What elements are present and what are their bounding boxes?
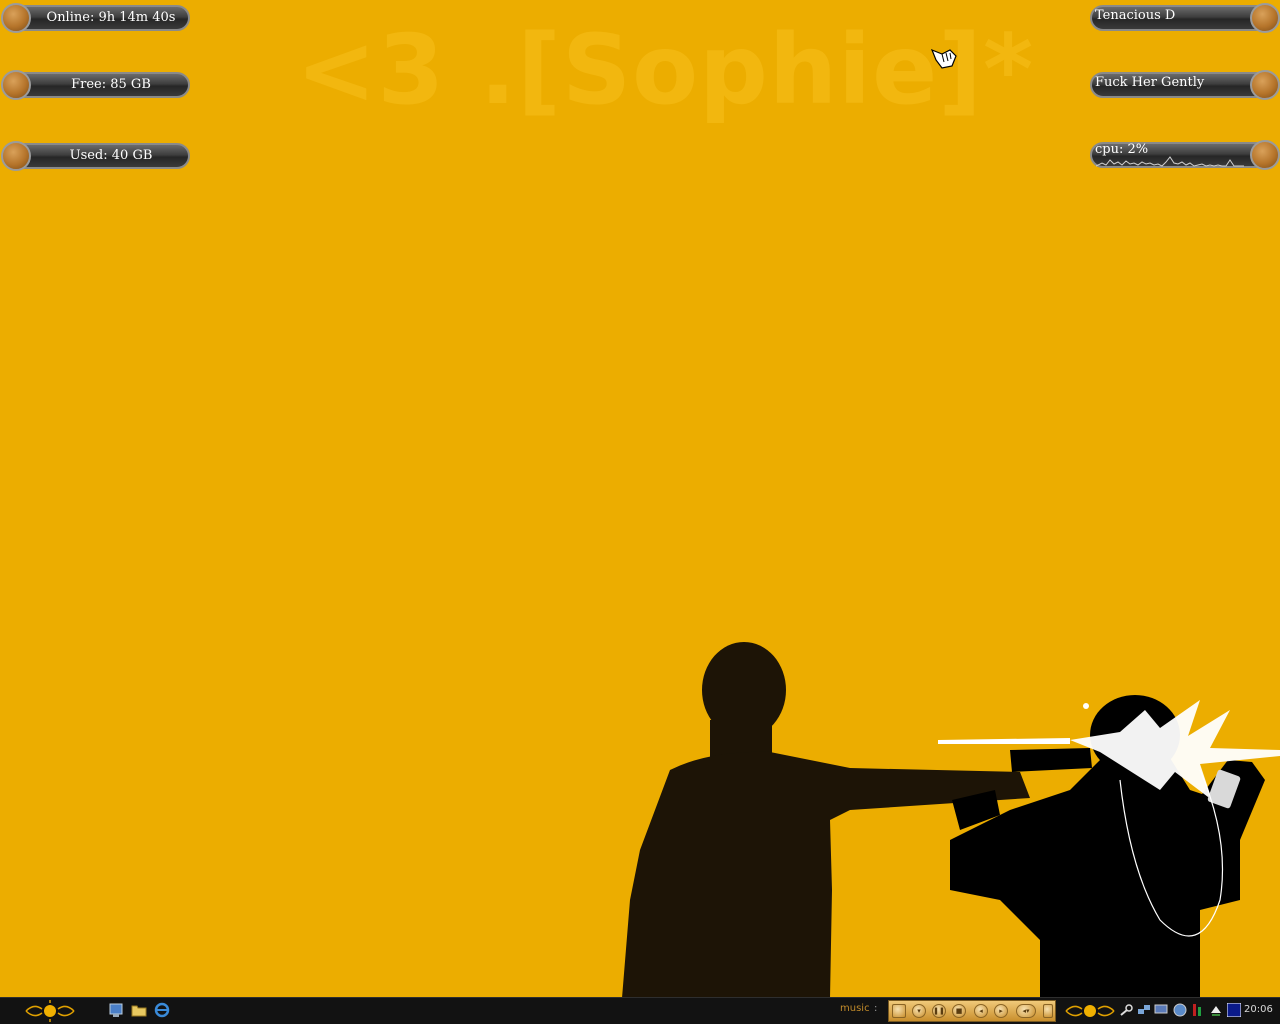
cpu-graph — [1096, 156, 1244, 167]
widget-knob[interactable] — [1250, 3, 1280, 33]
now-playing-artist: Tenacious D — [1095, 8, 1176, 23]
used-space-widget[interactable]: Used: 40 GB — [0, 140, 190, 172]
internet-explorer-icon[interactable] — [154, 1002, 170, 1018]
volume-icon[interactable]: ◂▾ — [1016, 1004, 1036, 1018]
show-desktop-icon[interactable] — [108, 1002, 124, 1018]
widget-knob[interactable] — [1, 3, 31, 33]
widget-knob[interactable] — [1, 141, 31, 171]
music-toolbar-label[interactable]: music — [840, 1003, 870, 1014]
now-playing-artist-widget[interactable]: Tenacious D — [1090, 2, 1280, 34]
display-icon[interactable] — [1154, 1003, 1168, 1017]
globe-icon[interactable] — [1173, 1003, 1187, 1017]
chevron-right-icon[interactable]: : — [874, 1003, 877, 1014]
blue-square-icon[interactable] — [1227, 1003, 1241, 1017]
cpu-widget[interactable]: cpu: 2% — [1090, 139, 1280, 171]
network-icon[interactable] — [1137, 1003, 1151, 1017]
media-player-toolbar: ▾ ❚❚ ■ ◂ ▸ ◂▾ — [888, 1000, 1056, 1022]
taskbar: music : ▾ ❚❚ ■ ◂ ▸ ◂▾ 20:06 — [0, 997, 1280, 1024]
widget-knob[interactable] — [1250, 70, 1280, 100]
next-icon[interactable]: ▸ — [994, 1004, 1008, 1018]
safely-remove-icon[interactable] — [1209, 1003, 1223, 1017]
stop-icon[interactable]: ■ — [952, 1004, 966, 1018]
widget-knob[interactable] — [1250, 140, 1280, 170]
wallpaper-title: <3 .[Sophie]* — [296, 14, 1035, 126]
now-playing-track: Fuck Her Gently — [1095, 75, 1205, 90]
cursor-hand-icon — [930, 48, 957, 69]
free-space-widget[interactable]: Free: 85 GB — [0, 69, 190, 101]
widget-knob[interactable] — [1, 70, 31, 100]
steam-icon[interactable] — [1120, 1003, 1134, 1017]
free-space-label: Free: 85 GB — [71, 77, 151, 92]
pause-icon[interactable]: ❚❚ — [932, 1004, 946, 1018]
used-space-label: Used: 40 GB — [69, 148, 153, 163]
wallpaper-silhouettes — [622, 642, 1280, 998]
start-sun-icon[interactable] — [22, 999, 78, 1023]
online-time-widget[interactable]: Online: 9h 14m 40s — [0, 2, 190, 34]
wmp-logo-icon[interactable] — [892, 1004, 906, 1018]
meter-icon[interactable] — [1191, 1003, 1205, 1017]
tray-sun-icon[interactable] — [1062, 999, 1118, 1023]
clock[interactable]: 20:06 — [1244, 1004, 1273, 1015]
menu-icon[interactable]: ▾ — [912, 1004, 926, 1018]
previous-icon[interactable]: ◂ — [974, 1004, 988, 1018]
restore-icon[interactable] — [1043, 1004, 1053, 1018]
now-playing-track-widget[interactable]: Fuck Her Gently — [1090, 69, 1280, 101]
folder-icon[interactable] — [131, 1002, 147, 1018]
online-time-label: Online: 9h 14m 40s — [46, 10, 176, 25]
